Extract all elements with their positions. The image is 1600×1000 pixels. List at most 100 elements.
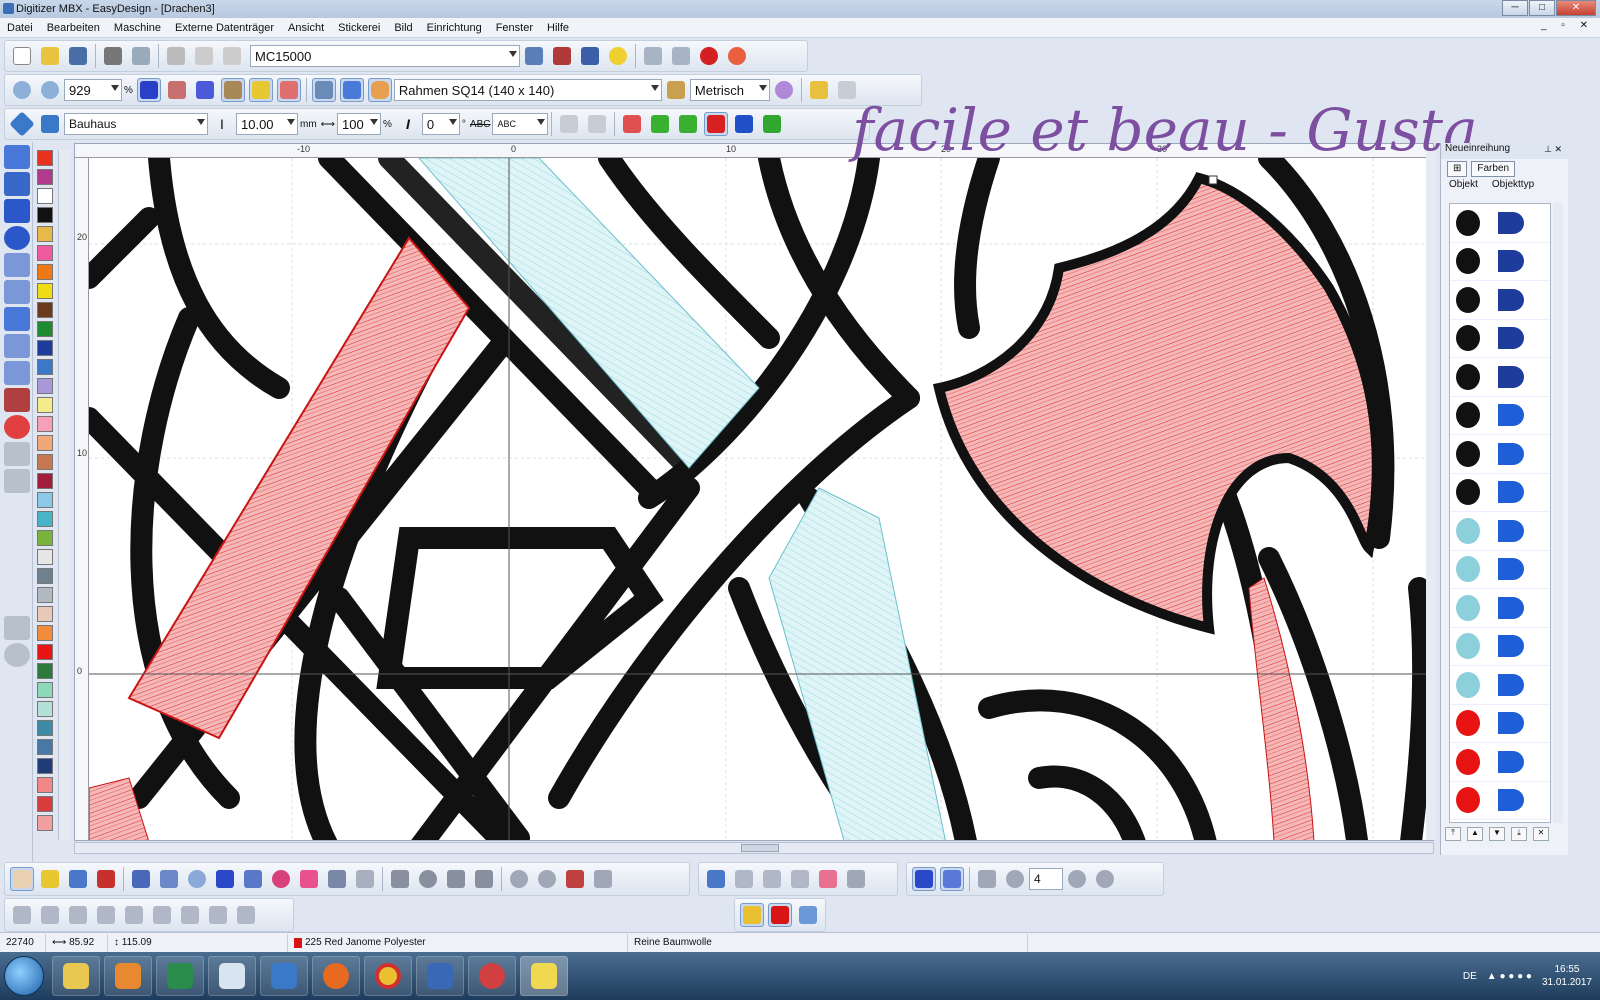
object-list-item[interactable] — [1450, 204, 1550, 243]
color-pick-icon[interactable] — [4, 415, 30, 439]
palette-color-swatch[interactable] — [37, 454, 53, 470]
gradient-circle-icon[interactable] — [269, 867, 293, 891]
colors-button[interactable]: Farben — [1471, 161, 1516, 177]
grid-icon[interactable] — [339, 78, 364, 102]
maximize-button[interactable]: □ — [1529, 0, 1555, 16]
object-list-item[interactable] — [1450, 628, 1550, 666]
satin-line-icon[interactable] — [4, 145, 30, 169]
move-last-icon[interactable]: ⤓ — [1511, 827, 1527, 841]
arrow-right-icon[interactable] — [676, 112, 700, 136]
units-select[interactable]: Metrisch — [689, 79, 770, 101]
text-angle-select[interactable]: 0 — [421, 113, 460, 135]
pattern-fill-icon[interactable] — [297, 867, 321, 891]
palette-color-swatch[interactable] — [37, 435, 53, 451]
machine-settings-icon[interactable] — [522, 44, 546, 68]
align-center-icon[interactable] — [38, 903, 62, 927]
satin-icon[interactable] — [129, 867, 153, 891]
palette-color-swatch[interactable] — [37, 511, 53, 527]
glasses-icon[interactable] — [165, 78, 189, 102]
hoop-3-icon[interactable] — [788, 867, 812, 891]
taskbar-mail-icon[interactable] — [260, 956, 308, 996]
taskbar-chrome-icon[interactable] — [364, 956, 412, 996]
shield-icon[interactable] — [276, 78, 301, 102]
zoom-in-icon[interactable] — [10, 78, 34, 102]
shapes-icon[interactable] — [248, 78, 273, 102]
mirror-icon[interactable] — [975, 867, 999, 891]
grid-pattern-2-icon[interactable] — [940, 867, 964, 891]
menu-bild[interactable]: Bild — [387, 22, 419, 34]
object-list-item[interactable] — [1450, 281, 1550, 320]
object-list-item[interactable] — [1450, 474, 1550, 512]
palette-color-swatch[interactable] — [37, 264, 53, 280]
pie-icon[interactable] — [1065, 867, 1089, 891]
text-edit-icon[interactable] — [585, 112, 609, 136]
print-preview-icon[interactable] — [129, 44, 153, 68]
taskbar-media-icon[interactable] — [104, 956, 152, 996]
shape-fill-icon[interactable] — [353, 867, 377, 891]
taskbar-digitizer-icon[interactable] — [520, 956, 568, 996]
object-list-item[interactable] — [1450, 512, 1550, 551]
canvas-v-scrollbar[interactable] — [1426, 150, 1436, 840]
menu-fenster[interactable]: Fenster — [489, 22, 540, 34]
mdi-controls[interactable]: _ ▫ ✕ — [1541, 20, 1594, 31]
menu-einrichtung[interactable]: Einrichtung — [420, 22, 489, 34]
align-top-icon[interactable] — [94, 903, 118, 927]
palette-color-swatch[interactable] — [37, 378, 53, 394]
effect-3-icon[interactable] — [444, 867, 468, 891]
repeat-count-stepper[interactable]: 4 — [1029, 868, 1063, 890]
taskbar-firefox-icon[interactable] — [312, 956, 360, 996]
move-up-icon[interactable]: ▲ — [1467, 827, 1483, 841]
open-icon[interactable] — [38, 44, 62, 68]
zoom-select[interactable]: 929 — [64, 79, 122, 101]
palette-color-swatch[interactable] — [37, 397, 53, 413]
ruler-icon[interactable] — [311, 78, 336, 102]
circle-fill-icon[interactable] — [4, 226, 30, 250]
auto-digitize-icon[interactable] — [4, 616, 30, 640]
hoop-4-icon[interactable] — [816, 867, 840, 891]
italic-icon[interactable]: I — [396, 112, 420, 136]
texture-fill-icon[interactable] — [325, 867, 349, 891]
palette-color-swatch[interactable] — [37, 739, 53, 755]
object-list-item[interactable] — [1450, 589, 1550, 628]
align-left-icon[interactable] — [10, 903, 34, 927]
palette-color-swatch[interactable] — [37, 492, 53, 508]
object-list-item[interactable] — [1450, 243, 1550, 281]
send-to-machine-icon[interactable] — [550, 44, 574, 68]
list-icon[interactable] — [66, 867, 90, 891]
running-line-icon[interactable] — [4, 172, 30, 196]
stop-icon[interactable] — [697, 44, 721, 68]
menu-ansicht[interactable]: Ansicht — [281, 22, 331, 34]
stitch-3d-icon[interactable] — [193, 78, 217, 102]
node-edit-icon[interactable] — [4, 253, 30, 277]
palette-color-swatch[interactable] — [37, 245, 53, 261]
palette-color-swatch[interactable] — [37, 625, 53, 641]
hoop-1-icon[interactable] — [732, 867, 756, 891]
pin-icon[interactable]: ⊥ ✕ — [1544, 144, 1562, 155]
undo-icon[interactable] — [641, 44, 665, 68]
palette-color-swatch[interactable] — [37, 758, 53, 774]
arc-icon[interactable] — [507, 867, 531, 891]
stitch-view-icon[interactable] — [136, 78, 161, 102]
design-canvas[interactable]: -10 0 10 20 30 20 10 0 — [74, 143, 1434, 841]
color-order-icon[interactable] — [732, 112, 756, 136]
tab-object-type[interactable]: Objekttyp — [1492, 179, 1534, 197]
pencil-icon[interactable] — [807, 78, 831, 102]
object-list-item[interactable] — [1450, 782, 1550, 820]
text-baseline-button[interactable]: ABC — [470, 119, 491, 130]
canvas-h-scrollbar[interactable] — [74, 842, 1434, 854]
palette-color-swatch[interactable] — [37, 720, 53, 736]
effect-2-icon[interactable] — [416, 867, 440, 891]
selection-handle[interactable] — [1208, 175, 1218, 185]
tab-object[interactable]: Objekt — [1449, 179, 1478, 197]
path-icon[interactable] — [4, 334, 30, 358]
cut-icon[interactable] — [164, 44, 188, 68]
distribute-h-icon[interactable] — [178, 903, 202, 927]
select-hand-icon[interactable] — [10, 867, 34, 891]
triangle-icon[interactable] — [157, 867, 181, 891]
hoop-select[interactable]: Rahmen SQ14 (140 x 140) — [393, 79, 662, 101]
palette-color-swatch[interactable] — [37, 644, 53, 660]
color-blocks-icon[interactable] — [704, 112, 729, 136]
palette-color-swatch[interactable] — [37, 777, 53, 793]
text-add-icon[interactable] — [557, 112, 581, 136]
taskbar-app-icon[interactable] — [468, 956, 516, 996]
